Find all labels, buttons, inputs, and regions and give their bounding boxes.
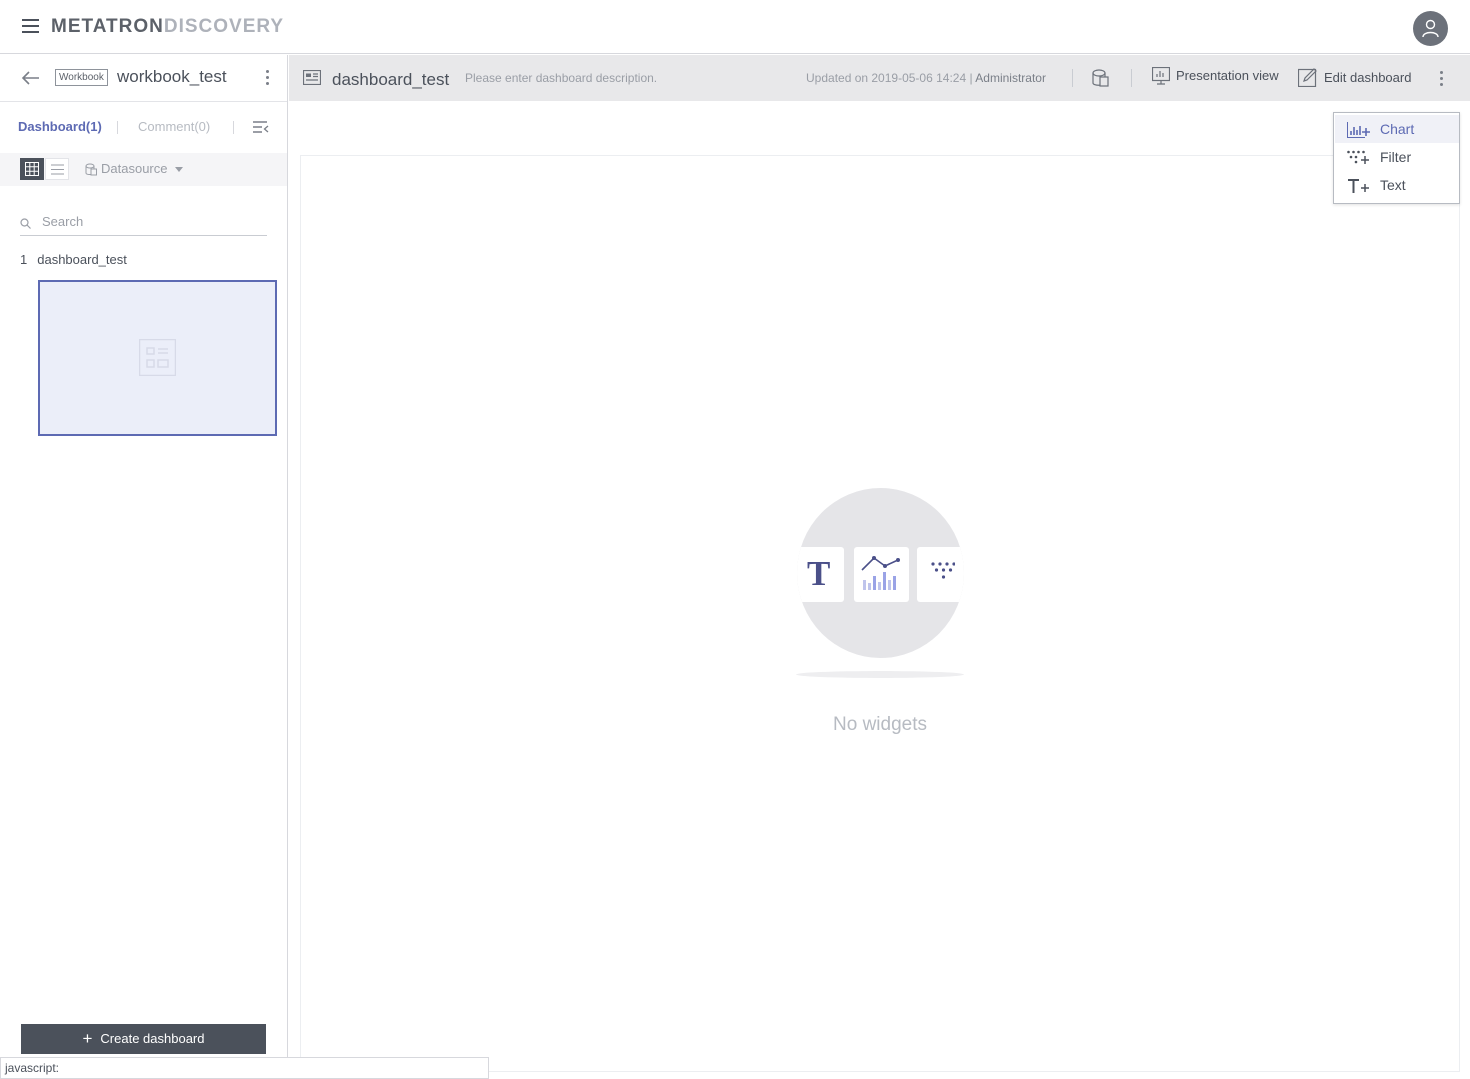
- list-icon: [51, 164, 64, 175]
- hamburger-menu-icon[interactable]: [22, 19, 40, 33]
- menu-item-label: Filter: [1380, 149, 1412, 165]
- dashboard-thumbnail[interactable]: [38, 280, 277, 436]
- chart-add-icon: [1347, 122, 1370, 138]
- filter-icon: [931, 562, 955, 579]
- text-glyph: T: [807, 554, 831, 593]
- header-divider: [1072, 69, 1073, 87]
- grid-icon: [25, 162, 39, 176]
- edit-dashboard-label: Edit dashboard: [1324, 70, 1412, 85]
- presentation-view-button[interactable]: Presentation view: [1151, 66, 1279, 85]
- workbook-header: Workbook workbook_test: [0, 55, 287, 102]
- no-widgets-message: No widgets: [833, 714, 927, 735]
- add-widget-menu: Chart Filter Text: [1333, 112, 1460, 204]
- dashboard-more-icon[interactable]: [1440, 71, 1444, 87]
- text-add-icon: [1348, 179, 1369, 193]
- menu-item-label: Text: [1380, 177, 1406, 193]
- workbook-title[interactable]: workbook_test: [117, 67, 227, 87]
- updated-by: Administrator: [975, 71, 1046, 85]
- dashboard-description[interactable]: Please enter dashboard description.: [465, 71, 657, 85]
- datasource-icon[interactable]: [1092, 69, 1109, 87]
- sidebar-tabs: Dashboard(1) Comment(0): [0, 113, 287, 143]
- dashboard-placeholder-icon: [139, 339, 176, 376]
- workbook-badge: Workbook: [55, 69, 108, 86]
- edit-icon: [1297, 68, 1317, 88]
- updated-date: Updated on 2019-05-06 14:24 |: [806, 71, 973, 85]
- create-dashboard-label: Create dashboard: [100, 1031, 205, 1046]
- empty-state-illustration: T: [797, 488, 964, 658]
- menu-item-filter[interactable]: Filter: [1335, 143, 1459, 171]
- presentation-icon: [1151, 66, 1171, 85]
- create-dashboard-button[interactable]: + Create dashboard: [21, 1024, 266, 1054]
- dashboard-index: 1: [20, 252, 28, 267]
- tab-comment[interactable]: Comment(0): [138, 119, 210, 134]
- tab-divider: [117, 121, 118, 134]
- grid-view-button[interactable]: [20, 158, 44, 180]
- menu-item-chart[interactable]: Chart: [1335, 115, 1459, 143]
- workbook-more-icon[interactable]: [266, 70, 270, 86]
- back-arrow-icon[interactable]: [21, 70, 40, 86]
- logo-main: METATRON: [51, 16, 164, 37]
- sidebar-view-toolbar: Datasource: [0, 153, 287, 186]
- updated-info: Updated on 2019-05-06 14:24 | Administra…: [806, 71, 1046, 85]
- list-view-button[interactable]: [45, 158, 69, 180]
- illustration-shadow: [796, 671, 964, 678]
- dashboard-title[interactable]: dashboard_test: [332, 70, 449, 90]
- user-icon: [1422, 19, 1439, 38]
- chart-widget-card: [854, 547, 909, 602]
- search-icon: [20, 218, 31, 229]
- header-divider: [1131, 69, 1132, 87]
- edit-dashboard-button[interactable]: Edit dashboard: [1297, 67, 1412, 88]
- datasource-dropdown[interactable]: Datasource: [85, 161, 184, 176]
- top-navigation-bar: METATRONDISCOVERY: [0, 0, 1470, 54]
- dashboard-list-item[interactable]: 1 dashboard_test: [20, 252, 127, 267]
- search-box: [20, 210, 267, 236]
- presentation-view-label: Presentation view: [1176, 68, 1279, 83]
- search-input[interactable]: [42, 214, 262, 229]
- filter-widget-card: [917, 547, 964, 602]
- dashboard-icon: [303, 70, 321, 85]
- datasource-label: Datasource: [101, 161, 168, 176]
- user-avatar[interactable]: [1413, 11, 1448, 46]
- workbook-sidebar: Workbook workbook_test Dashboard(1) Comm…: [0, 55, 288, 1079]
- logo-sub: DISCOVERY: [163, 16, 285, 37]
- chart-icon: [861, 556, 900, 590]
- datasource-icon: [85, 163, 97, 176]
- browser-status-bar: javascript:: [0, 1057, 489, 1079]
- caret-down-icon: [175, 167, 184, 172]
- dashboard-header: dashboard_test Please enter dashboard de…: [289, 55, 1470, 101]
- tab-dashboard[interactable]: Dashboard(1): [18, 119, 102, 134]
- text-widget-card: T: [797, 547, 844, 602]
- tab-divider: [233, 121, 234, 134]
- plus-icon: +: [82, 1029, 93, 1048]
- menu-item-label: Chart: [1380, 121, 1415, 137]
- dashboard-name: dashboard_test: [37, 252, 127, 267]
- filter-add-icon: [1347, 150, 1369, 164]
- menu-item-text[interactable]: Text: [1335, 171, 1459, 199]
- app-logo[interactable]: METATRONDISCOVERY: [51, 16, 284, 38]
- collapse-list-icon[interactable]: [253, 121, 269, 134]
